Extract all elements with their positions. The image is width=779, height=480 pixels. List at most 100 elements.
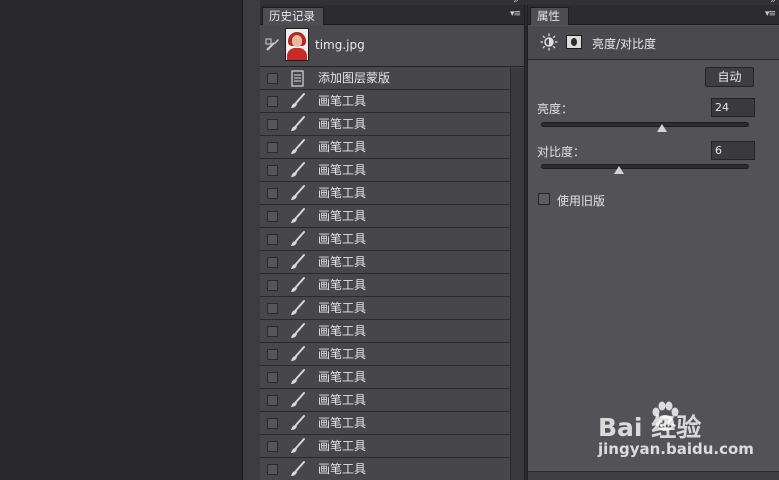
brush-icon xyxy=(288,116,306,133)
use-legacy-checkbox[interactable] xyxy=(538,193,550,205)
history-row[interactable]: 画笔工具 xyxy=(260,205,524,228)
history-source-checkbox[interactable] xyxy=(267,119,278,130)
history-row-label: 画笔工具 xyxy=(318,347,367,361)
history-source-checkbox[interactable] xyxy=(267,188,278,199)
brightness-slider-track[interactable] xyxy=(541,122,749,127)
history-row[interactable]: 画笔工具 xyxy=(260,366,524,389)
history-row-label: 画笔工具 xyxy=(318,278,367,292)
history-row[interactable]: 画笔工具 xyxy=(260,274,524,297)
history-row[interactable]: 画笔工具 xyxy=(260,90,524,113)
properties-footer-toolbar xyxy=(528,471,779,480)
brush-icon xyxy=(288,461,306,478)
brush-icon xyxy=(288,300,306,317)
properties-tabbar: 属性 ▾≡ xyxy=(528,5,779,25)
brightness-contrast-icon[interactable] xyxy=(540,33,558,51)
brush-icon xyxy=(288,392,306,409)
layer-mask-icon[interactable] xyxy=(566,35,582,49)
history-source-checkbox[interactable] xyxy=(267,280,278,291)
history-source-checkbox[interactable] xyxy=(267,211,278,222)
history-brush-source-icon[interactable] xyxy=(265,37,281,53)
history-row[interactable]: 画笔工具 xyxy=(260,343,524,366)
history-row[interactable]: 画笔工具 xyxy=(260,113,524,136)
document-canvas[interactable] xyxy=(0,0,242,480)
history-row-label: 画笔工具 xyxy=(318,209,367,223)
history-row-label: 画笔工具 xyxy=(318,163,367,177)
brush-icon xyxy=(288,346,306,363)
brightness-input[interactable]: 24 xyxy=(711,98,755,117)
history-row[interactable]: 画笔工具 xyxy=(260,435,524,458)
history-source-checkbox[interactable] xyxy=(267,395,278,406)
auto-button[interactable]: 自动 xyxy=(705,67,754,87)
history-row-label: 画笔工具 xyxy=(318,370,367,384)
history-tab[interactable]: 历史记录 xyxy=(262,7,324,25)
properties-tab[interactable]: 属性 xyxy=(530,7,569,25)
layer-mask-icon xyxy=(288,70,306,87)
history-list: 添加图层蒙版 画笔工具 画笔工具 画笔工具 画笔工具 画笔工具 画笔工具 画笔工具 画笔工具 画笔… xyxy=(260,67,524,480)
history-source-checkbox[interactable] xyxy=(267,418,278,429)
history-row-label: 画笔工具 xyxy=(318,393,367,407)
use-legacy-label: 使用旧版 xyxy=(557,194,606,208)
panel-menu-icon[interactable]: ▾≡ xyxy=(765,9,776,19)
history-source-checkbox[interactable] xyxy=(267,326,278,337)
contrast-slider-thumb[interactable] xyxy=(613,166,624,174)
brush-icon xyxy=(288,323,306,340)
history-row[interactable]: 画笔工具 xyxy=(260,136,524,159)
history-source-checkbox[interactable] xyxy=(267,165,278,176)
history-tabbar: 历史记录 ▾≡ xyxy=(260,5,524,25)
panel-menu-icon[interactable]: ▾≡ xyxy=(510,9,521,19)
history-source-checkbox[interactable] xyxy=(267,349,278,360)
history-source-checkbox[interactable] xyxy=(267,303,278,314)
brush-icon xyxy=(288,277,306,294)
brush-icon xyxy=(288,185,306,202)
history-row-label: 添加图层蒙版 xyxy=(318,71,391,85)
history-row-label: 画笔工具 xyxy=(318,140,367,154)
history-row-label: 画笔工具 xyxy=(318,117,367,131)
brush-icon xyxy=(288,438,306,455)
history-row-label: 画笔工具 xyxy=(318,232,367,246)
history-source-checkbox[interactable] xyxy=(267,234,278,245)
contrast-input[interactable]: 6 xyxy=(711,141,755,160)
history-source-checkbox[interactable] xyxy=(267,441,278,452)
history-scrollbar[interactable] xyxy=(510,68,524,480)
brush-icon xyxy=(288,415,306,432)
history-row-label: 画笔工具 xyxy=(318,439,367,453)
history-source-checkbox[interactable] xyxy=(267,96,278,107)
history-source-checkbox[interactable] xyxy=(267,257,278,268)
history-row-label: 画笔工具 xyxy=(318,255,367,269)
contrast-slider-track[interactable] xyxy=(541,164,749,169)
watermark-url: jingyan.baidu.com xyxy=(598,440,754,458)
history-row[interactable]: 画笔工具 xyxy=(260,412,524,435)
brightness-slider-thumb[interactable] xyxy=(656,124,667,132)
history-snapshot[interactable]: timg.jpg xyxy=(260,25,524,67)
brush-icon xyxy=(288,231,306,248)
history-row-label: 画笔工具 xyxy=(318,324,367,338)
watermark-brand: Bai 经验 xyxy=(598,413,702,442)
history-row[interactable]: 画笔工具 xyxy=(260,320,524,343)
brush-icon xyxy=(288,369,306,386)
history-row[interactable]: 添加图层蒙版 xyxy=(260,67,524,90)
history-panel: 历史记录 ▾≡ timg.jpg 添加图层蒙版 画笔工具 画笔工具 画笔工具 画笔工具画… xyxy=(260,5,525,480)
history-source-checkbox[interactable] xyxy=(267,372,278,383)
brush-icon xyxy=(288,254,306,271)
history-row[interactable]: 画笔工具 xyxy=(260,251,524,274)
history-source-checkbox[interactable] xyxy=(267,73,278,84)
baidu-jingyan-watermark: du Bai 经验 jingyan.baidu.com xyxy=(598,398,778,468)
history-row[interactable]: 画笔工具 xyxy=(260,159,524,182)
history-row[interactable]: 画笔工具 xyxy=(260,297,524,320)
history-row-label: 画笔工具 xyxy=(318,462,367,476)
brush-icon xyxy=(288,162,306,179)
brush-icon xyxy=(288,208,306,225)
history-source-checkbox[interactable] xyxy=(267,464,278,475)
brightness-label: 亮度： xyxy=(537,102,574,116)
snapshot-thumbnail xyxy=(285,28,309,61)
brush-icon xyxy=(288,93,306,110)
history-row[interactable]: 画笔工具 xyxy=(260,228,524,251)
brush-icon xyxy=(288,139,306,156)
history-row[interactable]: 画笔工具 xyxy=(260,458,524,480)
history-row-label: 画笔工具 xyxy=(318,301,367,315)
history-row[interactable]: 画笔工具 xyxy=(260,182,524,205)
contrast-label: 对比度： xyxy=(537,145,586,159)
history-row[interactable]: 画笔工具 xyxy=(260,389,524,412)
history-source-checkbox[interactable] xyxy=(267,142,278,153)
snapshot-name: timg.jpg xyxy=(315,38,365,52)
